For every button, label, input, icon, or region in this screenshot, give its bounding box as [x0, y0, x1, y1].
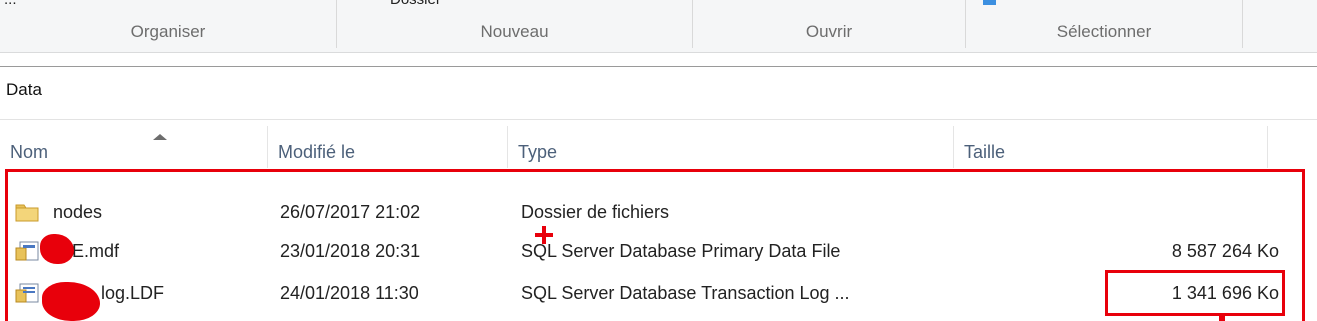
column-header-modified-label: Modifié le — [278, 142, 356, 162]
ribbon-group-nouveau: Nouveau — [480, 22, 549, 41]
column-header-modified[interactable]: Modifié le — [268, 126, 508, 168]
sort-ascending-icon — [153, 134, 167, 140]
redaction-scribble — [42, 282, 100, 321]
annotation-pointer — [1219, 316, 1225, 321]
address-bar[interactable]: Data — [0, 66, 1317, 120]
ribbon-partial-label-2[interactable]: Dossier — [390, 0, 441, 8]
ribbon-group-selectionner: Sélectionner — [1056, 22, 1152, 41]
ribbon-cut-off-labels: ... Dossier — [0, 0, 1317, 10]
column-headers: Nom Modifié le Type Taille — [0, 126, 1317, 168]
address-path[interactable]: Data — [6, 80, 42, 100]
column-header-size-label: Taille — [964, 142, 1006, 162]
redaction-scribble — [40, 234, 74, 264]
ribbon: ... Dossier Organiser Nouveau Ouvrir Sél… — [0, 0, 1317, 53]
annotation-box-size — [1105, 270, 1285, 316]
ribbon-separator — [1242, 0, 1243, 48]
selection-icon[interactable] — [983, 0, 996, 5]
column-header-name[interactable]: Nom — [0, 126, 268, 168]
column-header-size[interactable]: Taille — [954, 126, 1268, 168]
ribbon-group-ouvrir: Ouvrir — [805, 22, 853, 41]
column-header-name-label: Nom — [10, 142, 49, 162]
column-header-type-label: Type — [518, 142, 558, 162]
ribbon-partial-label-1[interactable]: ... — [4, 0, 17, 8]
ribbon-group-organiser: Organiser — [130, 22, 206, 41]
column-header-type[interactable]: Type — [508, 126, 954, 168]
annotation-plus-mark — [535, 226, 553, 244]
